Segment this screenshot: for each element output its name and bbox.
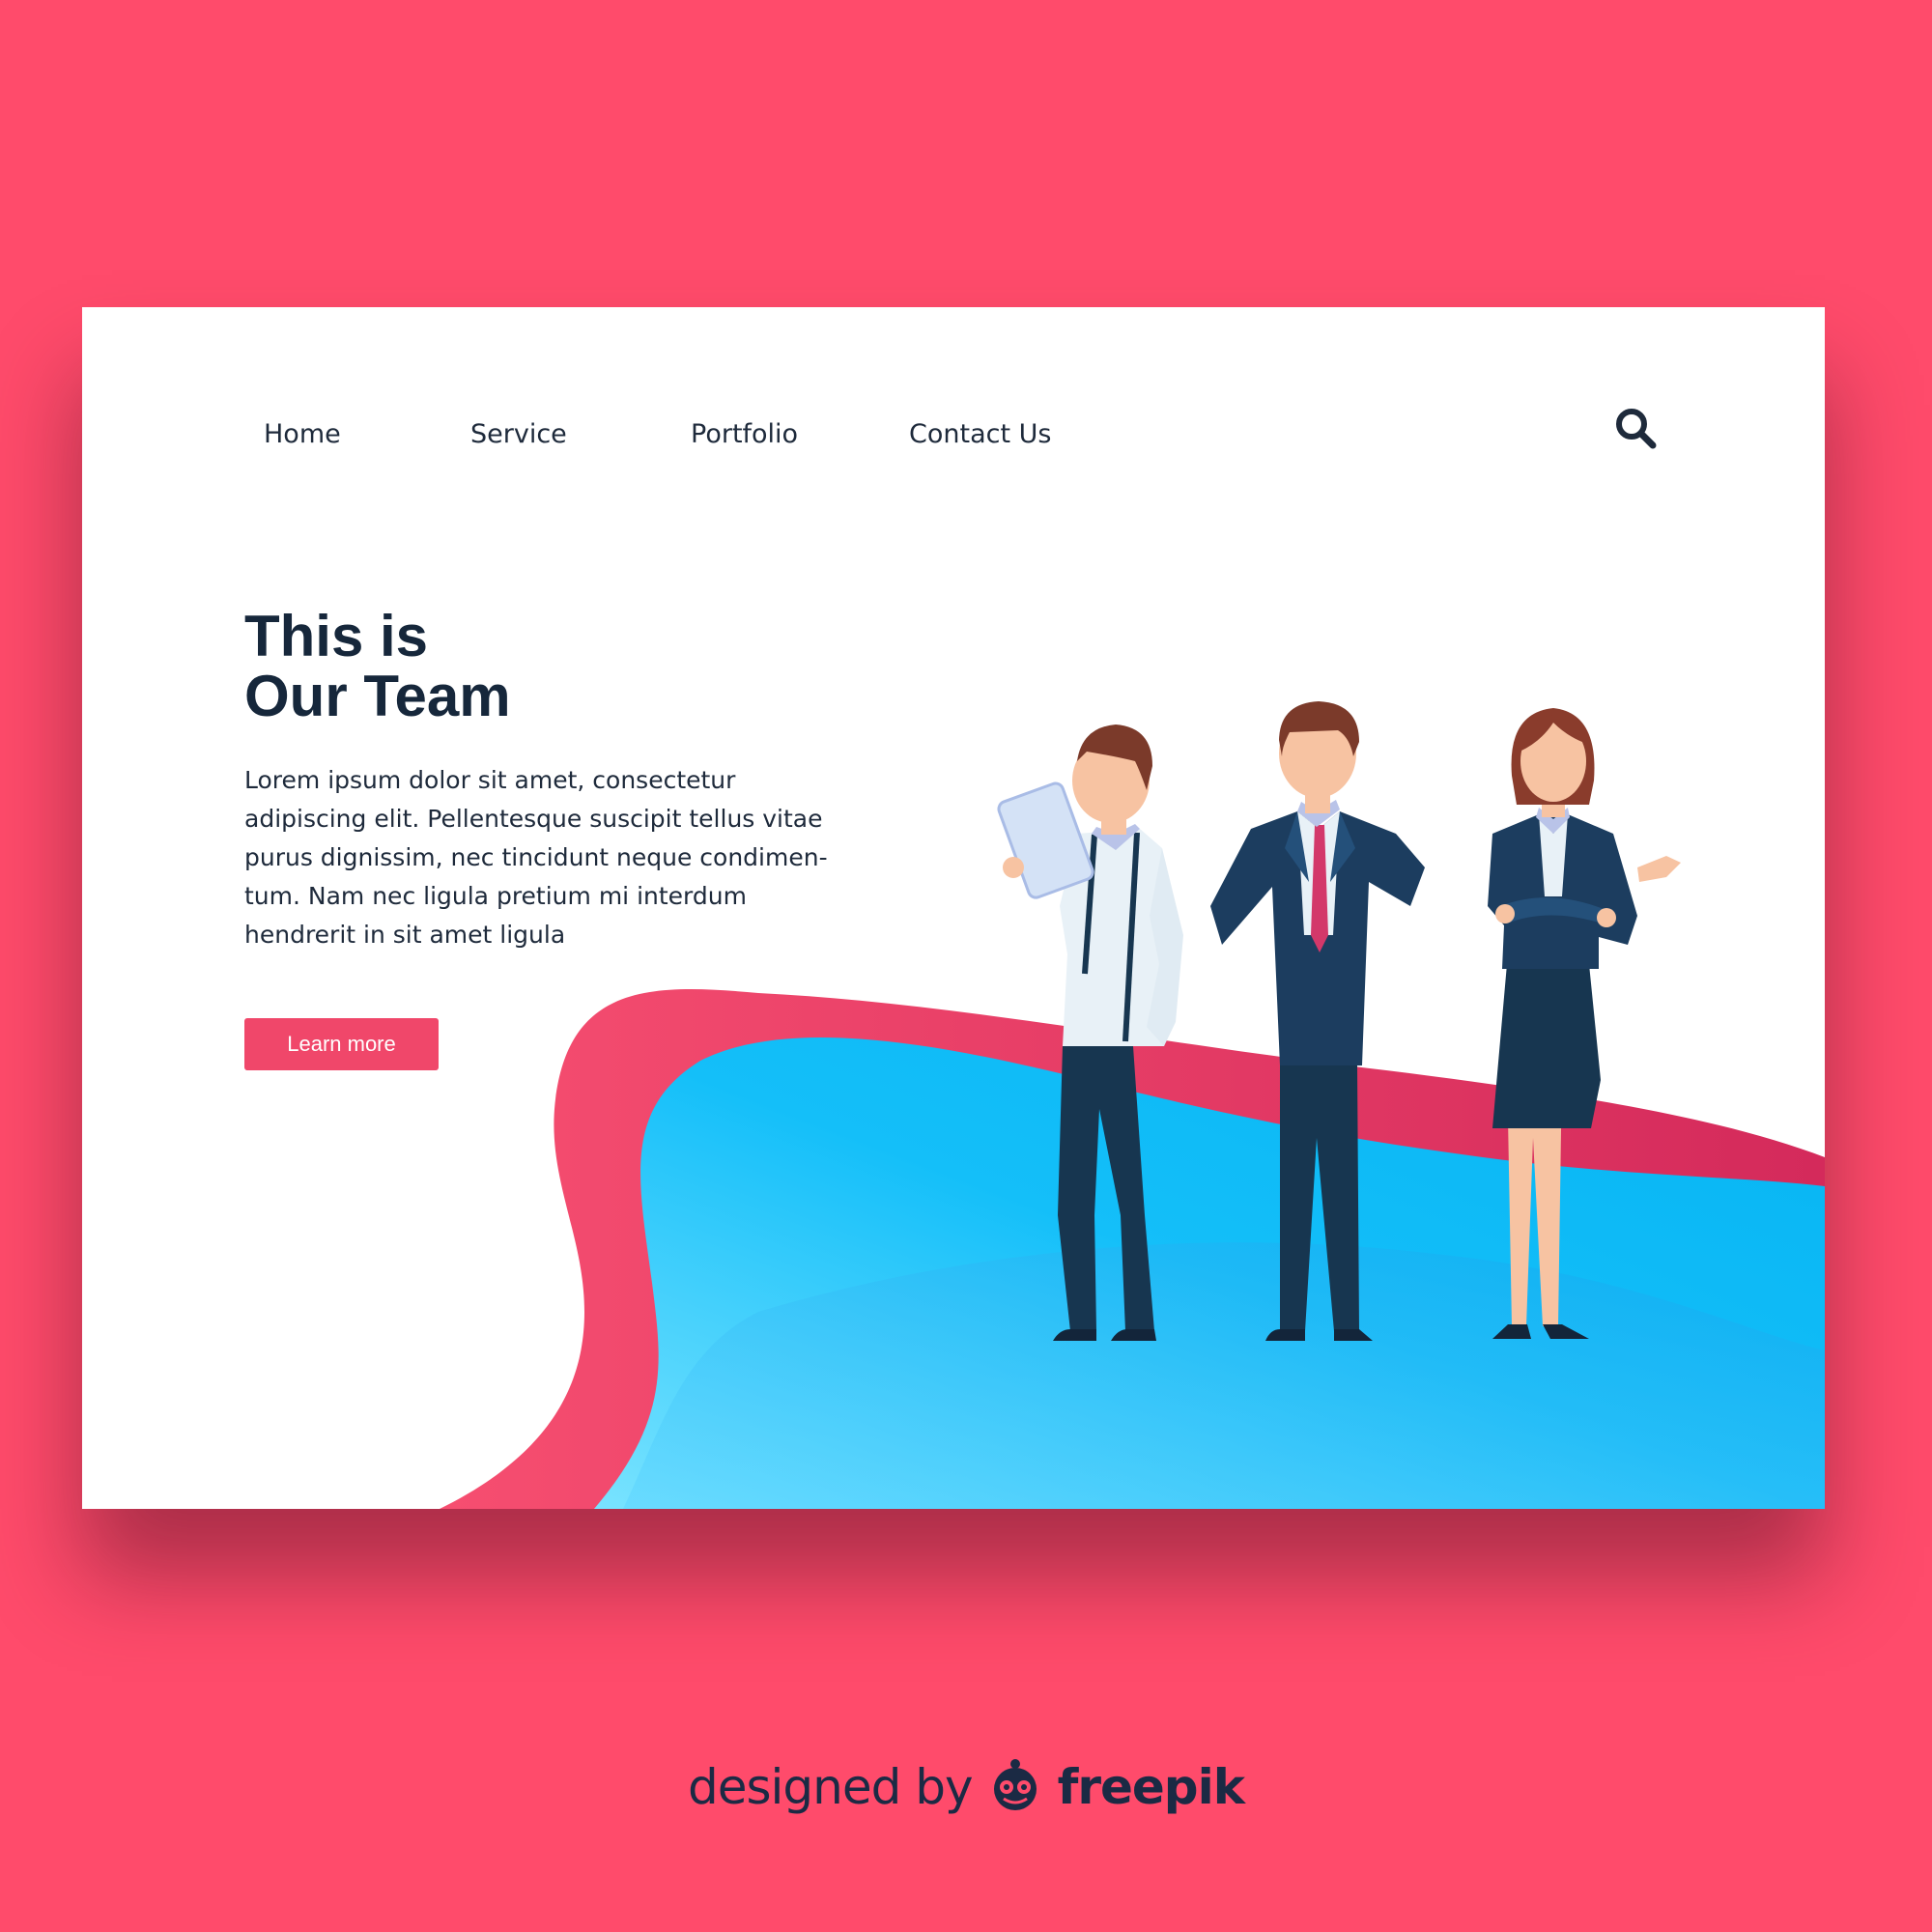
man-in-suit-figure: [1210, 701, 1425, 1341]
nav-home[interactable]: Home: [264, 419, 341, 449]
hero-description: Lorem ipsum dolor sit amet, consectetur …: [244, 766, 828, 949]
man-with-tablet-figure: [997, 724, 1183, 1341]
nav-portfolio[interactable]: Portfolio: [691, 419, 798, 449]
search-icon[interactable]: [1613, 406, 1660, 452]
credit-lead: designed by: [687, 1759, 974, 1815]
credit-footer: designed by freepik: [0, 1753, 1932, 1821]
team-illustration: [997, 701, 1681, 1341]
hero-title-line2: Our Team: [244, 664, 511, 728]
hero-title-line1: This is: [244, 604, 429, 668]
hero-title: This is Our Team: [244, 607, 511, 726]
nav-service[interactable]: Service: [470, 419, 567, 449]
woman-in-suit-figure: [1488, 708, 1681, 1339]
nav-contact-us[interactable]: Contact Us: [909, 419, 1051, 449]
freepik-logo-icon: [986, 1756, 1044, 1819]
top-nav: Home Service Portfolio Contact Us: [82, 307, 1825, 481]
landing-card: Home Service Portfolio Contact Us This i…: [82, 307, 1825, 1509]
credit-brand: freepik: [1057, 1759, 1245, 1815]
learn-more-button[interactable]: Learn more: [244, 1018, 439, 1070]
